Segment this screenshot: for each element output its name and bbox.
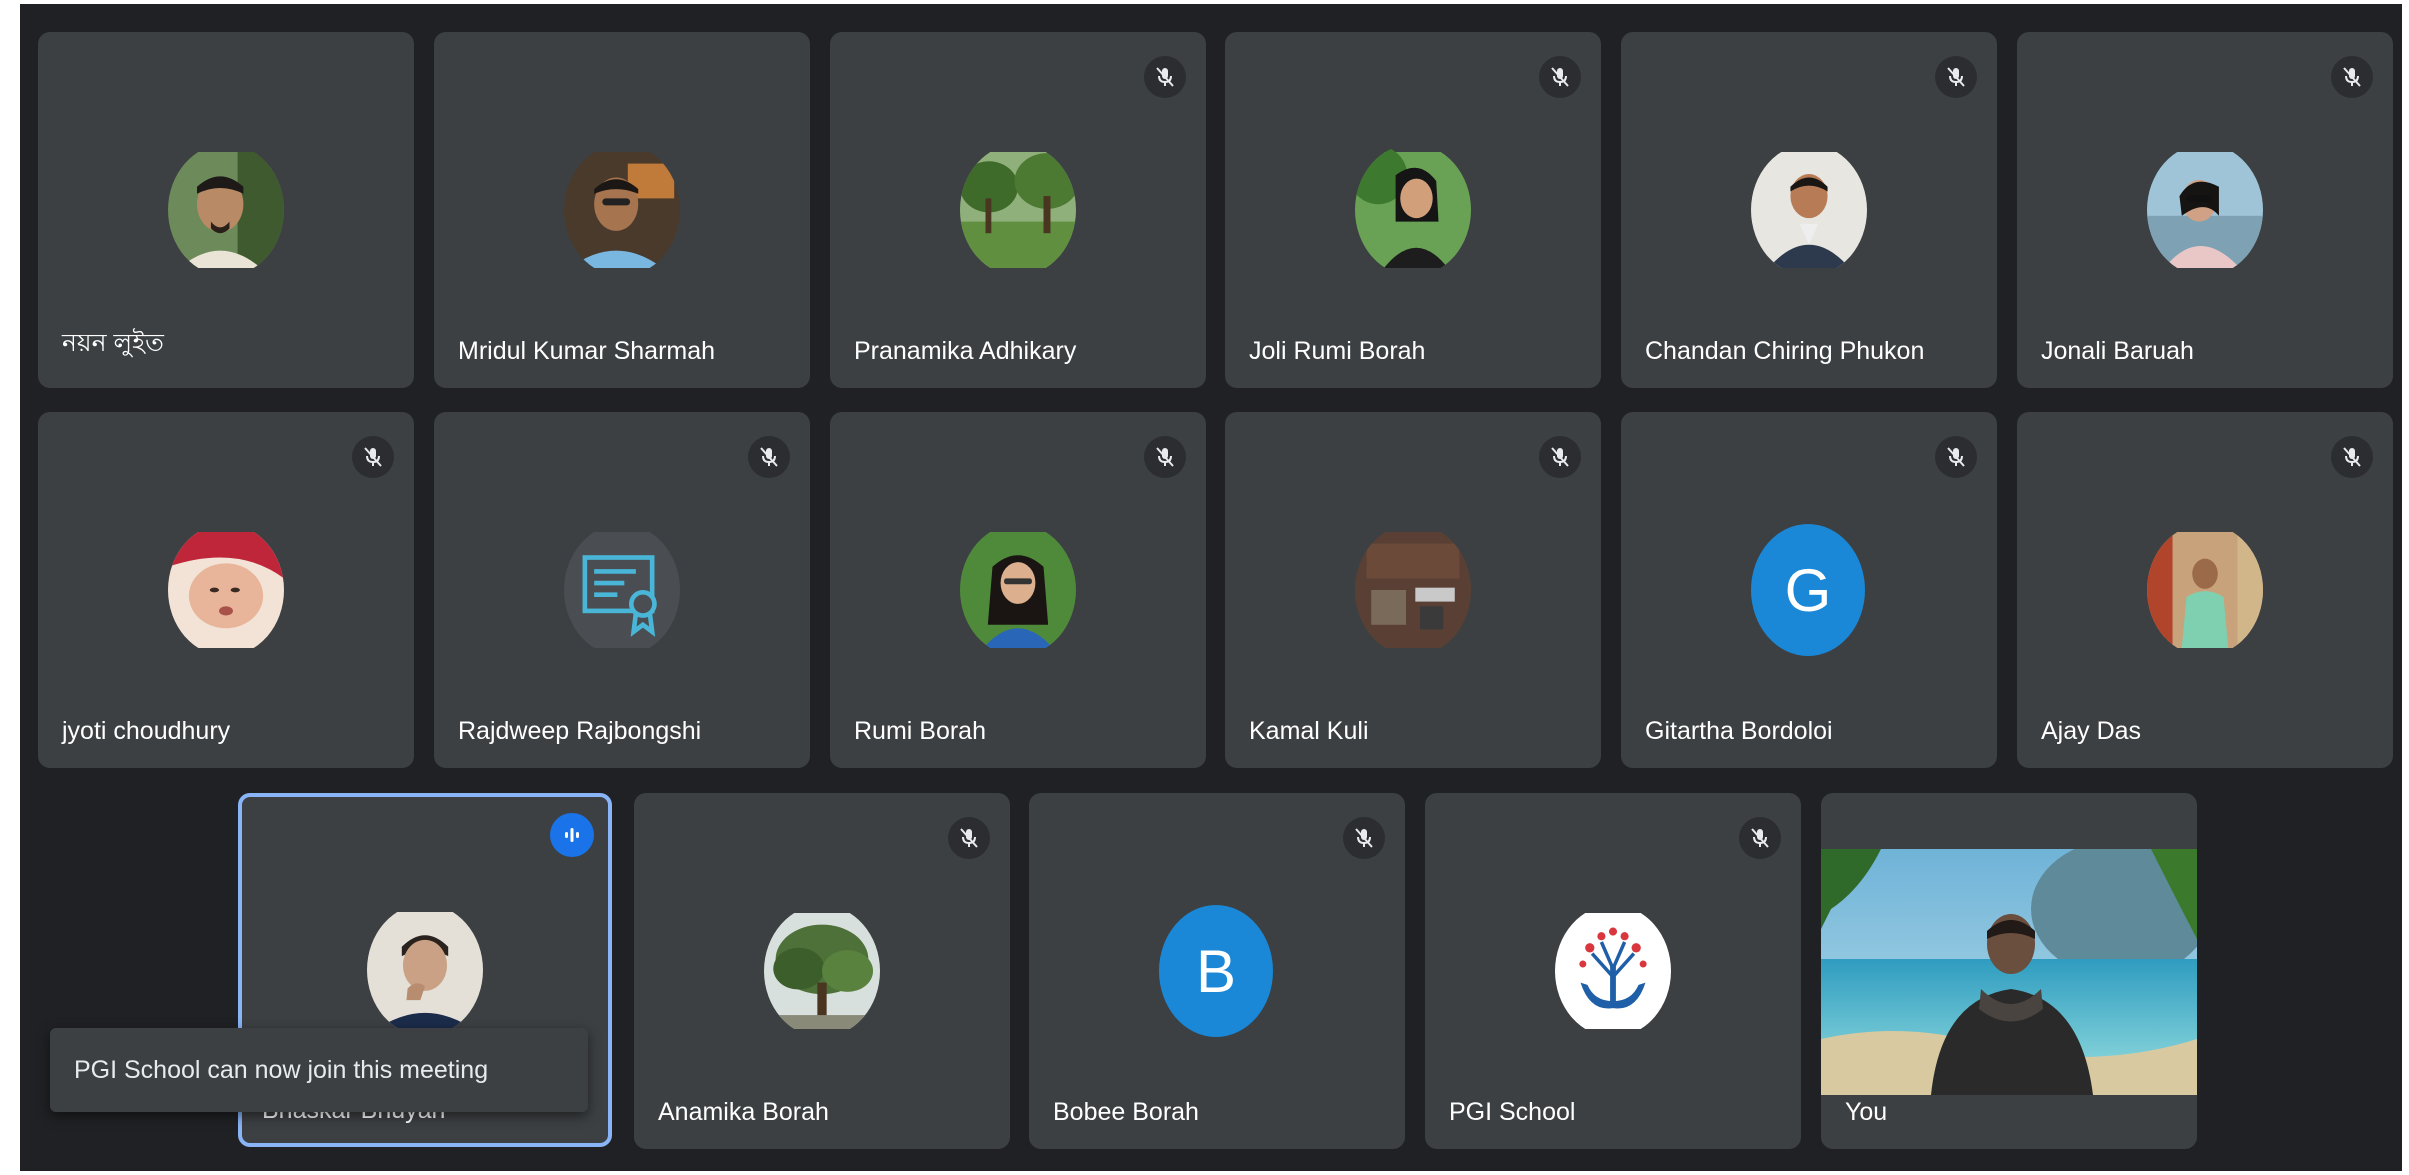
participant-name: Jonali Baruah	[2041, 337, 2194, 365]
mic-off-icon	[948, 817, 990, 859]
participant-tile-self[interactable]: You	[1821, 793, 2197, 1149]
toast-message: PGI School can now join this meeting	[74, 1055, 489, 1084]
participant-tile[interactable]: jyoti choudhury	[38, 412, 414, 768]
mic-off-icon	[1539, 436, 1581, 478]
participant-name: jyoti choudhury	[62, 717, 231, 745]
participant-name: Gitartha Bordoloi	[1645, 717, 1833, 745]
participant-tile[interactable]: Pranamika Adhikary	[830, 32, 1206, 388]
participant-name: You	[1845, 1098, 1888, 1126]
avatar-letter: B	[1159, 905, 1273, 1037]
avatar	[2147, 524, 2263, 656]
participant-name: PGI School	[1449, 1098, 1576, 1126]
mic-off-icon	[1935, 436, 1977, 478]
participant-tile[interactable]: Ajay Das	[2017, 412, 2393, 768]
mic-off-icon	[1539, 56, 1581, 98]
participant-tile[interactable]: G Gitartha Bordoloi	[1621, 412, 1997, 768]
participant-tile[interactable]: Joli Rumi Borah	[1225, 32, 1601, 388]
participant-tile[interactable]: Rajdweep Rajbongshi	[434, 412, 810, 768]
avatar	[367, 904, 483, 1036]
avatar	[2147, 144, 2263, 276]
participant-name: Anamika Borah	[658, 1098, 829, 1126]
speaking-indicator-icon	[550, 813, 594, 857]
mic-off-icon	[748, 436, 790, 478]
avatar	[564, 144, 680, 276]
participant-name: Pranamika Adhikary	[854, 337, 1077, 365]
participant-tile[interactable]: Anamika Borah	[634, 793, 1010, 1149]
mic-off-icon	[1343, 817, 1385, 859]
mic-off-icon	[2331, 56, 2373, 98]
avatar	[1751, 144, 1867, 276]
participant-name: Rumi Borah	[854, 717, 986, 745]
avatar	[960, 144, 1076, 276]
mic-off-icon	[1739, 817, 1781, 859]
participant-tile[interactable]: Chandan Chiring Phukon	[1621, 32, 1997, 388]
participant-tile[interactable]: Jonali Baruah	[2017, 32, 2393, 388]
notification-toast: PGI School can now join this meeting	[50, 1028, 588, 1112]
mic-off-icon	[1144, 436, 1186, 478]
participant-tile[interactable]: PGI School	[1425, 793, 1801, 1149]
participant-tile[interactable]: Mridul Kumar Sharmah	[434, 32, 810, 388]
participant-tile[interactable]: Rumi Borah	[830, 412, 1206, 768]
mic-off-icon	[2331, 436, 2373, 478]
certificate-icon	[564, 524, 680, 656]
avatar	[168, 144, 284, 276]
participant-tile[interactable]: Kamal Kuli	[1225, 412, 1601, 768]
participant-name: Mridul Kumar Sharmah	[458, 337, 716, 365]
participant-name: Joli Rumi Borah	[1249, 337, 1426, 365]
meeting-grid: নয়ন লুইত Mridul Kumar Sharmah Pranamika…	[20, 4, 2402, 1171]
avatar	[764, 905, 880, 1037]
tree-hands-logo-icon	[1555, 905, 1671, 1037]
participant-name: Kamal Kuli	[1249, 717, 1369, 745]
avatar	[168, 524, 284, 656]
participant-tile[interactable]: B Bobee Borah	[1029, 793, 1405, 1149]
participant-name: নয়ন লুইত	[62, 329, 164, 357]
avatar	[1355, 524, 1471, 656]
avatar	[1355, 144, 1471, 276]
participant-name: Bobee Borah	[1053, 1098, 1199, 1126]
avatar	[960, 524, 1076, 656]
participant-name: Chandan Chiring Phukon	[1645, 337, 1925, 365]
mic-off-icon	[1935, 56, 1977, 98]
self-video	[1821, 849, 2197, 1095]
participant-tile[interactable]: নয়ন লুইত	[38, 32, 414, 388]
participant-name: Ajay Das	[2041, 717, 2142, 745]
mic-off-icon	[1144, 56, 1186, 98]
mic-off-icon	[352, 436, 394, 478]
avatar-letter: G	[1751, 524, 1865, 656]
participant-name: Rajdweep Rajbongshi	[458, 717, 702, 745]
